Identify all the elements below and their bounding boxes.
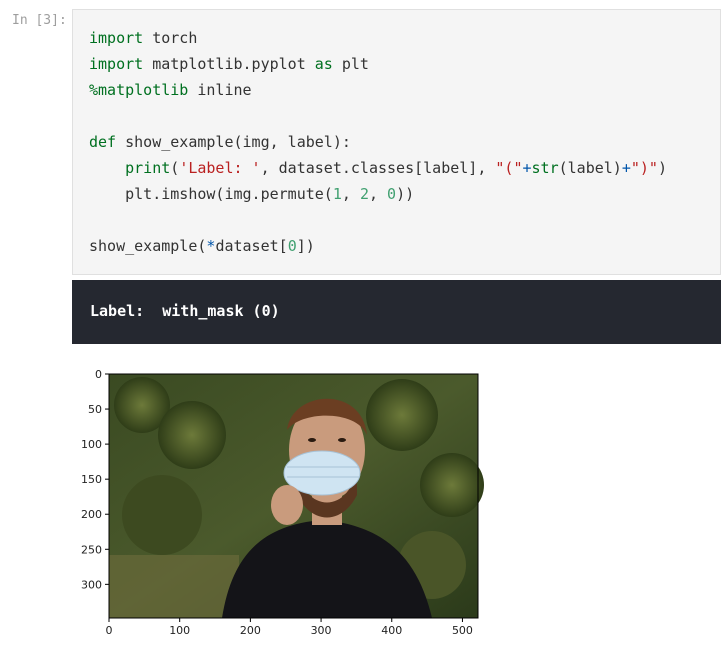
y-tick-label: 150 — [81, 473, 102, 486]
code-line: print('Label: ', dataset.classes[label],… — [89, 158, 667, 178]
code-token: import — [89, 55, 144, 73]
code-token: ]) — [296, 237, 315, 255]
code-cell[interactable]: import torch import matplotlib.pyplot as … — [72, 9, 721, 275]
code-token: + — [522, 159, 532, 177]
code-token: inline — [188, 81, 252, 99]
code-line: import torch — [89, 28, 197, 48]
x-tick-label: 200 — [240, 624, 261, 637]
code-token: %matplotlib — [89, 81, 189, 99]
code-token: , — [368, 185, 388, 203]
code-token: dataset[ — [215, 237, 288, 255]
output-area: Label: with_mask (0) — [72, 280, 721, 344]
y-tick-label: 250 — [81, 543, 102, 556]
code-token: print — [125, 159, 171, 177]
plot-svg: 0 50 100 150 200 250 300 0 100 200 300 400 500 — [81, 368, 484, 637]
code-token: as — [314, 55, 333, 73]
code-token: ")" — [630, 159, 658, 177]
code-token: ( — [170, 159, 180, 177]
y-tick-label: 50 — [88, 403, 102, 416]
code-token: ) — [657, 159, 667, 177]
x-axis: 0 100 200 300 400 500 — [106, 618, 473, 637]
code-token: matplotlib.pyplot — [143, 55, 315, 73]
y-tick-label: 200 — [81, 508, 102, 521]
code-token: plt — [332, 55, 369, 73]
cell-prompt: In [3]: — [12, 13, 67, 28]
code-token: import — [89, 29, 144, 47]
code-line: import matplotlib.pyplot as plt — [89, 54, 369, 74]
y-tick-label: 100 — [81, 438, 102, 451]
x-tick-label: 500 — [452, 624, 473, 637]
x-tick-label: 100 — [169, 624, 190, 637]
code-token: def — [89, 133, 117, 151]
photo — [109, 374, 484, 618]
code-token: (label) — [558, 159, 622, 177]
code-token: torch — [143, 29, 198, 47]
code-token: 'Label: ' — [179, 159, 261, 177]
y-tick-label: 300 — [81, 578, 102, 591]
code-token: + — [621, 159, 631, 177]
code-token: 0 — [387, 185, 397, 203]
code-token: 2 — [359, 185, 369, 203]
code-token: )) — [396, 185, 415, 203]
code-token: show_example(img, label): — [116, 133, 351, 151]
code-token: , — [341, 185, 360, 203]
code-line: show_example(*dataset[0]) — [89, 236, 315, 256]
y-axis: 0 50 100 150 200 250 300 — [81, 368, 109, 591]
code-line: %matplotlib inline — [89, 80, 252, 100]
code-token: , dataset.classes[label], — [260, 159, 496, 177]
code-token: 0 — [287, 237, 297, 255]
code-token: "(" — [495, 159, 523, 177]
x-tick-label: 400 — [381, 624, 402, 637]
code-line: plt.imshow(img.permute(1, 2, 0)) — [89, 184, 414, 204]
output-text: Label: with_mask (0) — [90, 302, 280, 320]
code-line: def show_example(img, label): — [89, 132, 351, 152]
x-tick-label: 300 — [311, 624, 332, 637]
code-token: plt.imshow(img.permute( — [89, 185, 333, 203]
code-token: show_example( — [89, 237, 207, 255]
x-tick-label: 0 — [106, 624, 113, 637]
code-token: 1 — [332, 185, 342, 203]
code-token: str — [531, 159, 559, 177]
y-tick-label: 0 — [95, 368, 102, 381]
image-plot: 0 50 100 150 200 250 300 0 100 200 300 400 500 — [72, 355, 492, 660]
